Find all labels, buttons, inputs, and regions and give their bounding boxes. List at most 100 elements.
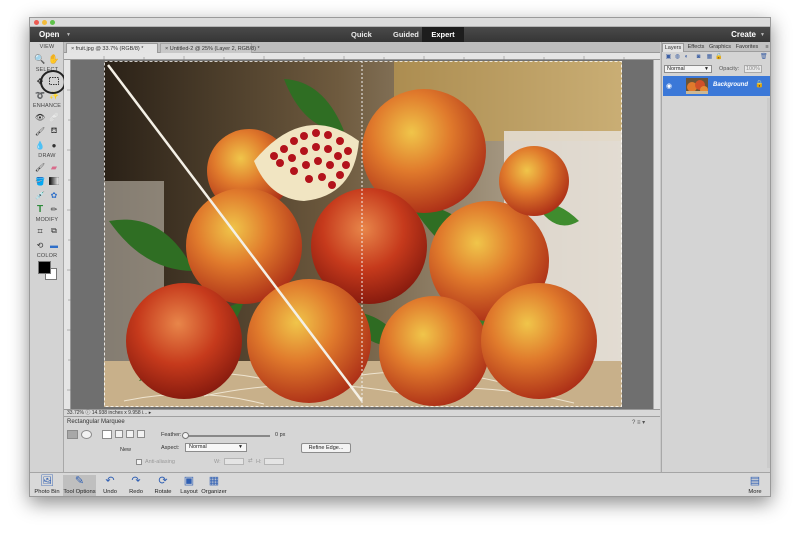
marquee-ellipse-button[interactable] (81, 430, 92, 439)
layer-row-background[interactable]: ◉ Background 🔒 (663, 76, 770, 96)
type-tool-icon[interactable]: T (34, 203, 46, 215)
vertical-ruler (64, 60, 71, 409)
feather-value[interactable]: 0 px (275, 432, 285, 438)
subtract-selection-button[interactable] (126, 430, 134, 438)
status-bar: 33.72% ⓘ 14.938 inches x 9.958 i... ▸ (64, 409, 660, 416)
foreground-color-front (38, 261, 51, 274)
brush-tool-icon[interactable]: 🖌 (34, 161, 46, 173)
lock-icon: 🔒 (755, 81, 764, 88)
lock-transparency-icon[interactable]: ▦ (706, 54, 713, 61)
anti-aliasing-checkbox[interactable] (136, 459, 142, 465)
new-layer-icon[interactable]: ▣ (665, 54, 672, 61)
sponge-tool-icon[interactable]: ● (48, 139, 60, 151)
new-label: New (120, 447, 132, 453)
rotate-button[interactable]: ⟳ Rotate (151, 475, 175, 496)
eraser-tool-icon[interactable]: ▰ (48, 161, 60, 173)
lock-icon[interactable]: 🔒 (715, 54, 722, 61)
height-input[interactable] (264, 458, 284, 465)
content-aware-move-icon[interactable]: ⟲ (34, 239, 46, 251)
more-icon: ▤ (749, 475, 761, 487)
title-bar (30, 18, 770, 27)
zoom-window-button[interactable] (50, 20, 55, 25)
tab-favorites[interactable]: Favorites (733, 43, 761, 52)
crop-tool-icon[interactable]: ⌗ (34, 225, 46, 237)
new-selection-button[interactable] (102, 430, 112, 439)
chevron-down-icon[interactable]: ▼ (66, 32, 71, 38)
opacity-input[interactable]: 100% (744, 65, 762, 73)
eyedropper-icon[interactable]: 💉 (34, 189, 46, 201)
blend-mode-select[interactable]: Normal ▼ (664, 65, 712, 73)
document-image[interactable] (104, 61, 622, 407)
document-tab-fruit[interactable]: × fruit.jpg @ 33.7% (RGB/8) * (66, 43, 158, 53)
layout-button[interactable]: ▣ Layout (178, 475, 200, 496)
mode-quick-tab[interactable]: Quick (343, 27, 380, 42)
organizer-button[interactable]: ▦ Organizer (200, 475, 228, 496)
clone-stamp-icon[interactable]: ⛾ (48, 125, 60, 137)
panel-menu-icon[interactable]: ≡ (762, 43, 770, 52)
refine-edge-button[interactable]: Refine Edge... (301, 443, 351, 453)
open-menu[interactable]: Open (39, 30, 59, 39)
marquee-rect-button[interactable] (67, 430, 78, 439)
recompose-tool-icon[interactable]: ⧉ (48, 225, 60, 237)
canvas-vertical-scrollbar[interactable] (653, 60, 660, 409)
chevron-down-icon: ▼ (704, 66, 709, 72)
trash-icon[interactable]: 🗑 (760, 54, 768, 61)
create-menu[interactable]: Create (731, 30, 756, 39)
tab-graphics[interactable]: Graphics (707, 43, 733, 52)
swap-icon[interactable]: ⇄ (248, 458, 253, 464)
adjustment-layer-icon[interactable]: ◐ (683, 54, 690, 61)
more-button[interactable]: ▤ More (744, 475, 766, 496)
feather-label: Feather: (161, 432, 182, 438)
tool-options-button[interactable]: ✎ Tool Options (63, 475, 96, 496)
tool-options-panel: Rectangular Marquee New Feather: 0 px As… (64, 416, 660, 472)
hand-tool-icon[interactable]: ✋ (48, 53, 60, 65)
help-icon[interactable]: ? ≡ ▾ (632, 419, 645, 426)
zoom-tool-icon[interactable]: 🔍 (34, 53, 46, 65)
add-selection-button[interactable] (115, 430, 123, 438)
close-window-button[interactable] (34, 20, 39, 25)
toolbox-section-draw: DRAW (38, 153, 56, 159)
tab-layers[interactable]: Layers (662, 43, 684, 52)
gradient-tool-icon[interactable] (48, 175, 60, 187)
width-label: W: (214, 459, 221, 465)
new-group-icon[interactable]: ◍ (674, 54, 681, 61)
mode-expert-tab[interactable]: Expert (422, 27, 464, 42)
mode-guided-tab[interactable]: Guided (385, 27, 427, 42)
layer-mask-icon[interactable]: ◙ (695, 54, 702, 61)
rotate-icon: ⟳ (158, 475, 168, 487)
redo-button[interactable]: ↷ Redo (126, 475, 146, 496)
tool-name: Rectangular Marquee (67, 419, 125, 425)
tab-effects[interactable]: Effects (685, 43, 707, 52)
aspect-select[interactable]: Normal ▼ (185, 443, 247, 452)
custom-shape-icon[interactable]: ✿ (48, 189, 60, 201)
red-eye-icon[interactable]: 👁 (34, 111, 46, 123)
healing-brush-icon[interactable]: 🩹 (48, 111, 60, 123)
undo-button[interactable]: ↶ Undo (100, 475, 120, 496)
document-tab-untitled[interactable]: × Untitled-2 @ 25% (Layer 2, RGB/8) * (160, 43, 260, 53)
tool-options-label: Tool Options (63, 489, 96, 495)
pencil-tool-icon[interactable]: ✏ (48, 203, 60, 215)
feather-slider-handle[interactable] (182, 432, 189, 439)
canvas-area[interactable] (64, 53, 660, 409)
smart-brush-icon[interactable]: 🖌 (34, 125, 46, 137)
document-tab-label: fruit.jpg @ 33.7% (RGB/8) * (75, 46, 144, 52)
straighten-tool-icon[interactable]: ▬ (48, 239, 60, 251)
photoshop-elements-window: Open ▼ Quick Guided Expert Create ▼ VIEW… (29, 17, 771, 497)
layer-name: Background (713, 82, 749, 88)
layers-panel: Layers Effects Graphics Favorites ≡ ▣ ◍ … (661, 42, 770, 472)
blur-tool-icon[interactable]: 💧 (34, 139, 46, 151)
panel-scrollbar[interactable] (767, 98, 770, 468)
feather-slider[interactable] (185, 435, 270, 437)
height-label: H: (256, 459, 262, 465)
width-input[interactable] (224, 458, 244, 465)
photo-bin-button[interactable]: 🖼 Photo Bin (33, 475, 61, 496)
minimize-window-button[interactable] (42, 20, 47, 25)
eye-icon[interactable]: ◉ (666, 82, 672, 90)
photo-bin-label: Photo Bin (34, 489, 60, 495)
intersect-selection-button[interactable] (137, 430, 145, 438)
paint-bucket-icon[interactable]: 🪣 (34, 175, 46, 187)
more-label: More (748, 489, 762, 495)
layout-label: Layout (180, 489, 198, 495)
layout-icon: ▣ (183, 475, 195, 487)
chevron-down-icon[interactable]: ▼ (760, 32, 765, 38)
